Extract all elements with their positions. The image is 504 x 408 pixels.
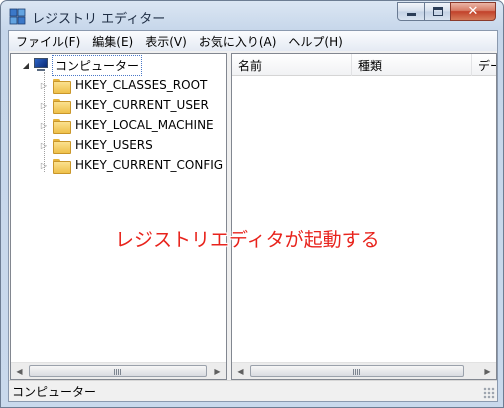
registry-editor-window: レジストリ エディター ✕ ファイル(F) 編集(E) 表示(V) お気に入り(…	[0, 0, 504, 408]
tree-label: HKEY_LOCAL_MACHINE	[75, 118, 214, 132]
tree-item-computer[interactable]: ◢ コンピューター	[21, 54, 143, 76]
computer-icon	[33, 58, 49, 72]
folder-icon	[53, 158, 71, 174]
tree-item-hkey-users[interactable]: ▷ HKEY_USERS	[39, 135, 155, 155]
maximize-icon	[432, 7, 443, 16]
expand-arrow-icon[interactable]: ▷	[39, 160, 49, 170]
status-text: コンピューター	[12, 384, 97, 399]
key-tree[interactable]: ◢ コンピューター ▷ HKEY_CLASSES_ROOT ▷ HKEY_CUR…	[10, 53, 227, 380]
menu-edit[interactable]: 編集(E)	[87, 33, 140, 50]
title-bar[interactable]: レジストリ エディター ✕	[1, 1, 503, 31]
menu-bar: ファイル(F) 編集(E) 表示(V) お気に入り(A) ヘルプ(H)	[9, 31, 497, 51]
menu-favorites[interactable]: お気に入り(A)	[194, 33, 284, 50]
scroll-right-icon[interactable]: ▶	[209, 363, 226, 379]
window-title: レジストリ エディター	[32, 12, 166, 27]
tree-label: HKEY_CLASSES_ROOT	[75, 78, 208, 92]
expand-arrow-icon[interactable]: ▷	[39, 80, 49, 90]
list-horizontal-scrollbar[interactable]: ◀ ▶	[232, 362, 496, 379]
expand-arrow-icon[interactable]: ▷	[39, 140, 49, 150]
folder-icon	[53, 78, 71, 94]
list-header: 名前 種類 デー	[232, 54, 496, 76]
scrollbar-thumb[interactable]	[250, 365, 464, 377]
tree-horizontal-scrollbar[interactable]: ◀ ▶	[11, 362, 226, 379]
tree-item-hkey-classes-root[interactable]: ▷ HKEY_CLASSES_ROOT	[39, 75, 209, 95]
resize-grip-icon[interactable]	[483, 387, 495, 399]
menu-view[interactable]: 表示(V)	[140, 33, 194, 50]
tree-label: HKEY_USERS	[75, 138, 153, 152]
menu-file[interactable]: ファイル(F)	[11, 33, 87, 50]
close-icon: ✕	[467, 4, 479, 19]
registry-editor-icon	[9, 8, 26, 25]
value-list[interactable]: 名前 種類 デー ◀ ▶	[231, 53, 497, 380]
scrollbar-thumb[interactable]	[29, 365, 207, 377]
tree-label: HKEY_CURRENT_USER	[75, 98, 209, 112]
minimize-button[interactable]	[397, 2, 425, 21]
expand-arrow-icon[interactable]: ▷	[39, 100, 49, 110]
column-header-type[interactable]: 種類	[352, 54, 472, 76]
column-header-data[interactable]: デー	[472, 54, 496, 76]
annotation-caption: レジストリエディタが起動する	[115, 229, 380, 251]
minimize-icon	[406, 13, 416, 16]
tree-item-hkey-current-user[interactable]: ▷ HKEY_CURRENT_USER	[39, 95, 211, 115]
tree-label-computer: コンピューター	[52, 54, 143, 76]
tree-item-hkey-local-machine[interactable]: ▷ HKEY_LOCAL_MACHINE	[39, 115, 216, 135]
scroll-right-icon[interactable]: ▶	[479, 363, 496, 379]
maximize-button[interactable]	[424, 2, 451, 21]
tree-item-hkey-current-config[interactable]: ▷ HKEY_CURRENT_CONFIG	[39, 155, 225, 175]
menu-help[interactable]: ヘルプ(H)	[283, 33, 349, 50]
folder-icon	[53, 118, 71, 134]
scroll-left-icon[interactable]: ◀	[11, 363, 28, 379]
column-header-name[interactable]: 名前	[232, 54, 352, 76]
collapse-arrow-icon[interactable]: ◢	[21, 60, 31, 70]
expand-arrow-icon[interactable]: ▷	[39, 120, 49, 130]
close-button[interactable]: ✕	[450, 2, 496, 21]
folder-icon	[53, 138, 71, 154]
scroll-left-icon[interactable]: ◀	[232, 363, 249, 379]
folder-icon	[53, 98, 71, 114]
status-bar: コンピューター	[9, 380, 497, 401]
panes: ◢ コンピューター ▷ HKEY_CLASSES_ROOT ▷ HKEY_CUR…	[10, 53, 497, 380]
tree-label: HKEY_CURRENT_CONFIG	[75, 158, 224, 172]
client-area: ファイル(F) 編集(E) 表示(V) お気に入り(A) ヘルプ(H) ◢ コン…	[8, 30, 498, 402]
